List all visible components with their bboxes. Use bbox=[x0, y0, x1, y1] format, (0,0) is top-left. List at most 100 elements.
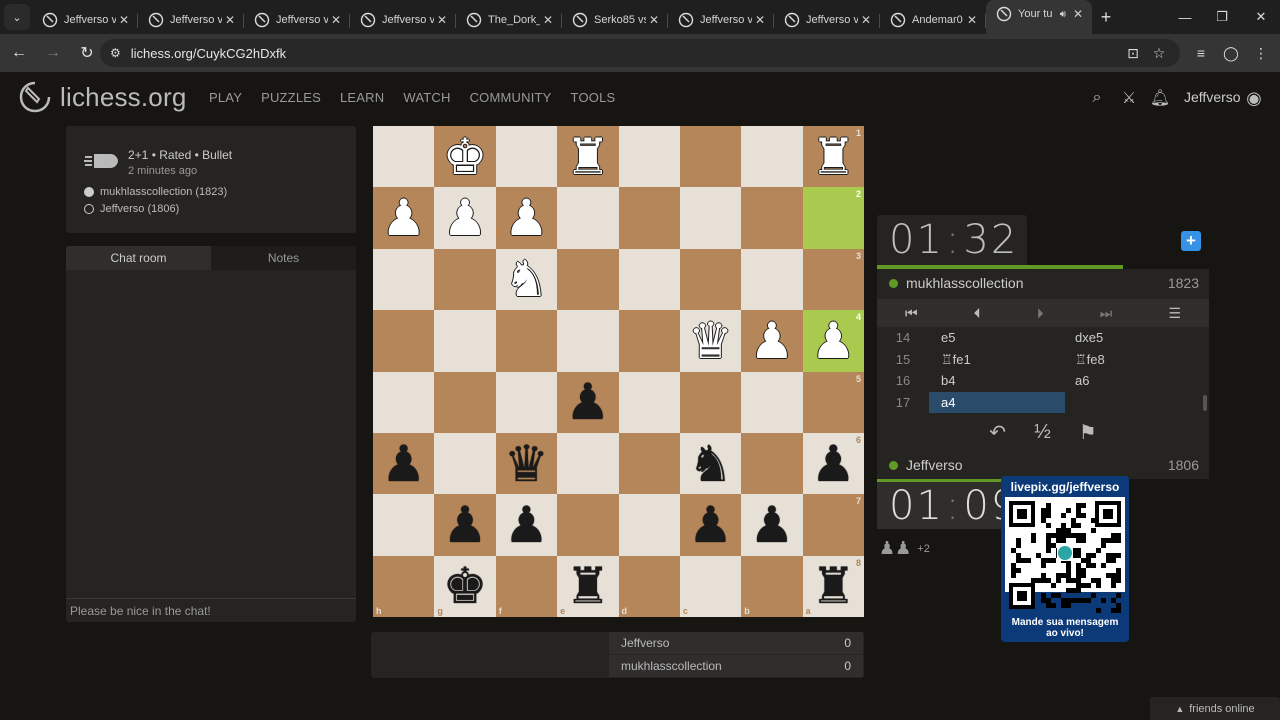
chess-board[interactable]: ♚ ♜ ♜ 1 ♟ ♟ ♟ 2 ♞ 3 ♛ ♟ ♟ 4 ♟ 5 ♟ ♛ ♞ ♟ 6 ♟ ♟ ♟ ♟ 7 h ♚ g f ♜ e d c b ♜ 8 a bbox=[373, 126, 864, 617]
site-logo[interactable]: lichess.org bbox=[18, 80, 186, 114]
board-square[interactable] bbox=[557, 248, 619, 311]
board-square[interactable]: 3 bbox=[802, 248, 864, 311]
board-square[interactable]: ♛ bbox=[495, 432, 558, 495]
close-tab-icon[interactable]: ✕ bbox=[1070, 7, 1086, 21]
reload-button[interactable]: ↻ bbox=[72, 38, 102, 68]
board-square[interactable]: ♜ bbox=[557, 126, 619, 188]
browser-tab[interactable]: Jeffverso v ✕ bbox=[244, 6, 350, 34]
white-queen-icon[interactable]: ♛ bbox=[688, 316, 733, 366]
board-square[interactable]: ♜ 8 a bbox=[802, 555, 864, 617]
white-move[interactable]: e5 bbox=[929, 327, 1065, 349]
board-square[interactable] bbox=[679, 371, 742, 433]
white-pawn-icon[interactable]: ♟ bbox=[811, 316, 856, 366]
black-move[interactable]: a6 bbox=[1065, 370, 1201, 392]
user-avatar-icon[interactable]: ◉ bbox=[1244, 88, 1264, 108]
prev-move-icon[interactable]: ⏴ bbox=[974, 305, 981, 322]
board-square[interactable]: ♟ bbox=[741, 494, 803, 556]
board-square[interactable]: ♟ bbox=[495, 494, 558, 556]
maximize-button[interactable]: ❐ bbox=[1203, 0, 1241, 34]
close-tab-icon[interactable]: ✕ bbox=[434, 13, 450, 27]
url-field[interactable]: ⚙ lichess.org/CuykCG2hDxfk bbox=[100, 39, 1180, 67]
back-button[interactable]: ← bbox=[4, 38, 34, 68]
white-pawn-icon[interactable]: ♟ bbox=[504, 193, 549, 243]
profile-icon[interactable]: ◯ bbox=[1220, 42, 1242, 64]
board-square[interactable]: ♞ bbox=[495, 248, 558, 311]
browser-tab[interactable]: Jeffverso v ✕ bbox=[138, 6, 244, 34]
takeback-icon[interactable]: ↶ bbox=[989, 420, 1006, 445]
board-square[interactable]: c bbox=[679, 555, 742, 617]
board-square[interactable] bbox=[618, 126, 680, 188]
swords-icon[interactable]: ⚔ bbox=[1119, 88, 1139, 108]
board-square[interactable]: ♟ bbox=[495, 187, 558, 249]
board-square[interactable]: 5 bbox=[802, 371, 864, 433]
board-square[interactable]: 7 bbox=[802, 494, 864, 556]
board-square[interactable] bbox=[679, 126, 742, 188]
board-square[interactable]: ♟ bbox=[741, 310, 803, 372]
board-square[interactable] bbox=[618, 494, 680, 556]
add-time-button[interactable]: + bbox=[1181, 231, 1201, 251]
close-tab-icon[interactable]: ✕ bbox=[540, 13, 556, 27]
board-square[interactable]: ♛ bbox=[679, 310, 742, 372]
nav-play[interactable]: PLAY bbox=[209, 90, 242, 105]
black-pawn-icon[interactable]: ♟ bbox=[750, 500, 795, 550]
board-square[interactable] bbox=[373, 310, 435, 372]
white-rook-icon[interactable]: ♜ bbox=[811, 132, 856, 182]
board-square[interactable] bbox=[434, 371, 496, 433]
tab-chat-room[interactable]: Chat room bbox=[66, 246, 211, 270]
board-square[interactable] bbox=[373, 371, 435, 433]
board-square[interactable] bbox=[741, 432, 803, 495]
board-square[interactable]: ♟ 6 bbox=[802, 432, 864, 495]
board-square[interactable] bbox=[618, 371, 680, 433]
black-pawn-icon[interactable]: ♟ bbox=[381, 439, 426, 489]
black-player[interactable]: Jeffverso (1806) bbox=[84, 203, 179, 215]
black-pawn-icon[interactable]: ♟ bbox=[565, 377, 610, 427]
browser-tab[interactable]: Your tu 🔊︎ ✕ bbox=[986, 0, 1092, 34]
board-square[interactable] bbox=[618, 187, 680, 249]
board-square[interactable]: ♟ bbox=[434, 187, 496, 249]
white-move[interactable]: a4 bbox=[929, 391, 1065, 413]
black-rook-icon[interactable]: ♜ bbox=[565, 561, 610, 611]
forward-button[interactable]: → bbox=[38, 38, 68, 68]
board-square[interactable]: ♜ 1 bbox=[802, 126, 864, 188]
board-square[interactable]: h bbox=[373, 555, 435, 617]
browser-menu-icon[interactable]: ⋮ bbox=[1250, 42, 1272, 64]
media-control-icon[interactable]: ≡ bbox=[1190, 42, 1212, 64]
board-square[interactable]: ♟ bbox=[373, 187, 435, 249]
nav-watch[interactable]: WATCH bbox=[403, 90, 450, 105]
minimize-button[interactable]: — bbox=[1166, 0, 1204, 34]
board-square[interactable] bbox=[557, 187, 619, 249]
browser-tab[interactable]: Jeffverso v ✕ bbox=[668, 6, 774, 34]
board-square[interactable] bbox=[679, 187, 742, 249]
board-square[interactable] bbox=[495, 126, 558, 188]
white-king-icon[interactable]: ♚ bbox=[443, 132, 488, 182]
my-name[interactable]: Jeffverso bbox=[906, 457, 963, 473]
black-king-icon[interactable]: ♚ bbox=[443, 561, 488, 611]
black-pawn-icon[interactable]: ♟ bbox=[443, 500, 488, 550]
new-tab-button[interactable]: + bbox=[1092, 7, 1120, 28]
opponent-name[interactable]: mukhlasscollection bbox=[906, 275, 1024, 291]
bell-icon[interactable]: 🔔︎ bbox=[1150, 88, 1170, 108]
black-pawn-icon[interactable]: ♟ bbox=[504, 500, 549, 550]
nav-learn[interactable]: LEARN bbox=[340, 90, 384, 105]
board-square[interactable] bbox=[495, 371, 558, 433]
board-square[interactable]: ♞ bbox=[679, 432, 742, 495]
search-icon[interactable]: ⌕ bbox=[1087, 88, 1107, 108]
close-window-button[interactable]: ✕ bbox=[1242, 0, 1280, 34]
board-square[interactable] bbox=[373, 494, 435, 556]
close-tab-icon[interactable]: ✕ bbox=[328, 13, 344, 27]
white-pawn-icon[interactable]: ♟ bbox=[443, 193, 488, 243]
white-pawn-icon[interactable]: ♟ bbox=[381, 193, 426, 243]
close-tab-icon[interactable]: ✕ bbox=[116, 13, 132, 27]
black-rook-icon[interactable]: ♜ bbox=[811, 561, 856, 611]
board-square[interactable] bbox=[618, 310, 680, 372]
board-square[interactable] bbox=[434, 432, 496, 495]
board-square[interactable] bbox=[434, 310, 496, 372]
board-square[interactable] bbox=[679, 248, 742, 311]
close-tab-icon[interactable]: ✕ bbox=[964, 13, 980, 27]
board-square[interactable]: ♟ bbox=[557, 371, 619, 433]
board-square[interactable] bbox=[557, 494, 619, 556]
white-pawn-icon[interactable]: ♟ bbox=[750, 316, 795, 366]
board-square[interactable]: ♚ bbox=[434, 126, 496, 188]
white-knight-icon[interactable]: ♞ bbox=[504, 254, 549, 304]
black-move[interactable]: dxe5 bbox=[1065, 327, 1201, 349]
